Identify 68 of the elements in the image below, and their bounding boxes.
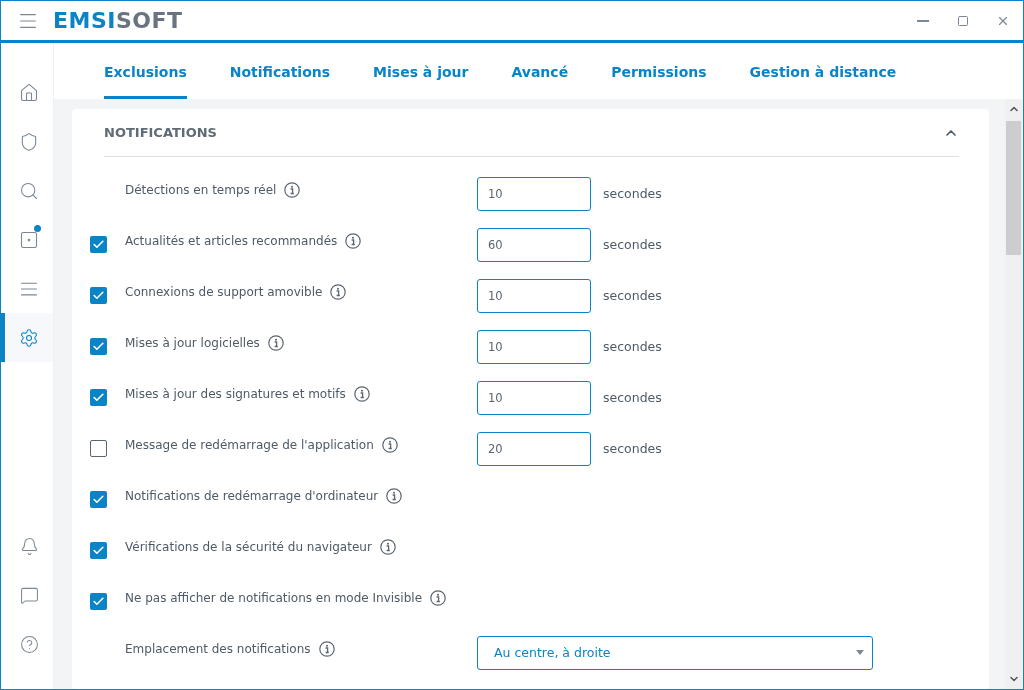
checkbox[interactable] bbox=[90, 287, 107, 304]
search-icon bbox=[19, 180, 39, 201]
settings-tab[interactable]: Mises à jour bbox=[373, 43, 469, 99]
settings-tab[interactable]: Permissions bbox=[611, 43, 707, 99]
settings-tab[interactable]: Avancé bbox=[511, 43, 569, 99]
shield-icon bbox=[19, 131, 39, 152]
position-dropdown[interactable]: Au centre, à droite bbox=[477, 635, 873, 670]
info-icon[interactable] bbox=[430, 589, 446, 606]
seconds-input[interactable]: 10 bbox=[477, 278, 591, 313]
info-icon[interactable] bbox=[381, 436, 398, 453]
settings-tab[interactable]: Gestion à distance bbox=[749, 43, 897, 99]
unit-label: secondes bbox=[603, 237, 662, 252]
seconds-input[interactable]: 20 bbox=[477, 431, 591, 466]
info-icon[interactable] bbox=[284, 181, 301, 198]
home-icon bbox=[19, 82, 39, 103]
unit-label: secondes bbox=[603, 288, 662, 303]
bell-icon bbox=[19, 537, 39, 556]
info-icon[interactable] bbox=[353, 385, 370, 402]
info-icon[interactable] bbox=[345, 232, 362, 249]
check-icon bbox=[92, 493, 105, 506]
checkbox[interactable] bbox=[90, 440, 107, 457]
seconds-input[interactable]: 60 bbox=[477, 227, 591, 262]
seconds-input[interactable]: 10 bbox=[477, 380, 591, 415]
scrollbar-thumb[interactable] bbox=[1006, 121, 1021, 255]
nav-button[interactable] bbox=[1, 313, 53, 362]
scrollbar[interactable] bbox=[1005, 99, 1022, 689]
seconds-input[interactable]: 10 bbox=[477, 176, 591, 211]
setting-label: Ne pas afficher de notifications en mode Invisible bbox=[125, 590, 422, 605]
check-icon bbox=[92, 289, 105, 302]
setting-label: Détections en temps réel bbox=[125, 182, 277, 197]
unit-label: secondes bbox=[603, 390, 662, 405]
setting-label: Actualités et articles recommandés bbox=[125, 233, 338, 248]
unit-label: secondes bbox=[603, 186, 662, 201]
seconds-input[interactable]: 10 bbox=[477, 329, 591, 364]
logo: EMSISOFT bbox=[53, 8, 183, 33]
checkbox[interactable] bbox=[90, 389, 107, 406]
checkbox[interactable] bbox=[90, 491, 107, 508]
check-icon bbox=[92, 340, 105, 353]
info-icon[interactable] bbox=[330, 283, 347, 300]
checkbox[interactable] bbox=[90, 542, 107, 559]
check-icon bbox=[92, 595, 105, 608]
setting-label: Emplacement des notifications bbox=[125, 641, 311, 656]
chat-icon bbox=[19, 586, 39, 605]
check-icon bbox=[92, 544, 105, 557]
help-icon bbox=[19, 635, 39, 654]
checkbox[interactable] bbox=[90, 338, 107, 355]
caret-icon bbox=[856, 650, 864, 655]
setting-label: Vérifications de la sécurité du navigateur bbox=[125, 539, 372, 554]
check-icon bbox=[92, 391, 105, 404]
minimize-icon bbox=[917, 19, 929, 22]
info-icon[interactable] bbox=[267, 334, 284, 351]
section-title: NOTIFICATIONS bbox=[104, 125, 217, 140]
setting-label: Mises à jour des signatures et motifs bbox=[125, 386, 346, 401]
maximize-icon bbox=[957, 14, 969, 27]
info-icon[interactable] bbox=[379, 538, 396, 555]
setting-label: Mises à jour logicielles bbox=[125, 335, 260, 350]
checkbox[interactable] bbox=[90, 593, 107, 610]
checkbox[interactable] bbox=[90, 236, 107, 253]
settings-icon bbox=[19, 327, 39, 348]
settings-tab[interactable]: Notifications bbox=[229, 43, 331, 99]
info-icon[interactable] bbox=[386, 487, 403, 504]
info-icon[interactable] bbox=[318, 640, 335, 657]
setting-label: Connexions de support amovible bbox=[125, 284, 323, 299]
setting-label: Notifications de redémarrage d'ordinateur bbox=[125, 488, 379, 503]
setting-label: Message de redémarrage de l'application bbox=[125, 437, 374, 452]
check-icon bbox=[92, 238, 105, 251]
unit-label: secondes bbox=[603, 339, 662, 354]
unit-label: secondes bbox=[603, 441, 662, 456]
